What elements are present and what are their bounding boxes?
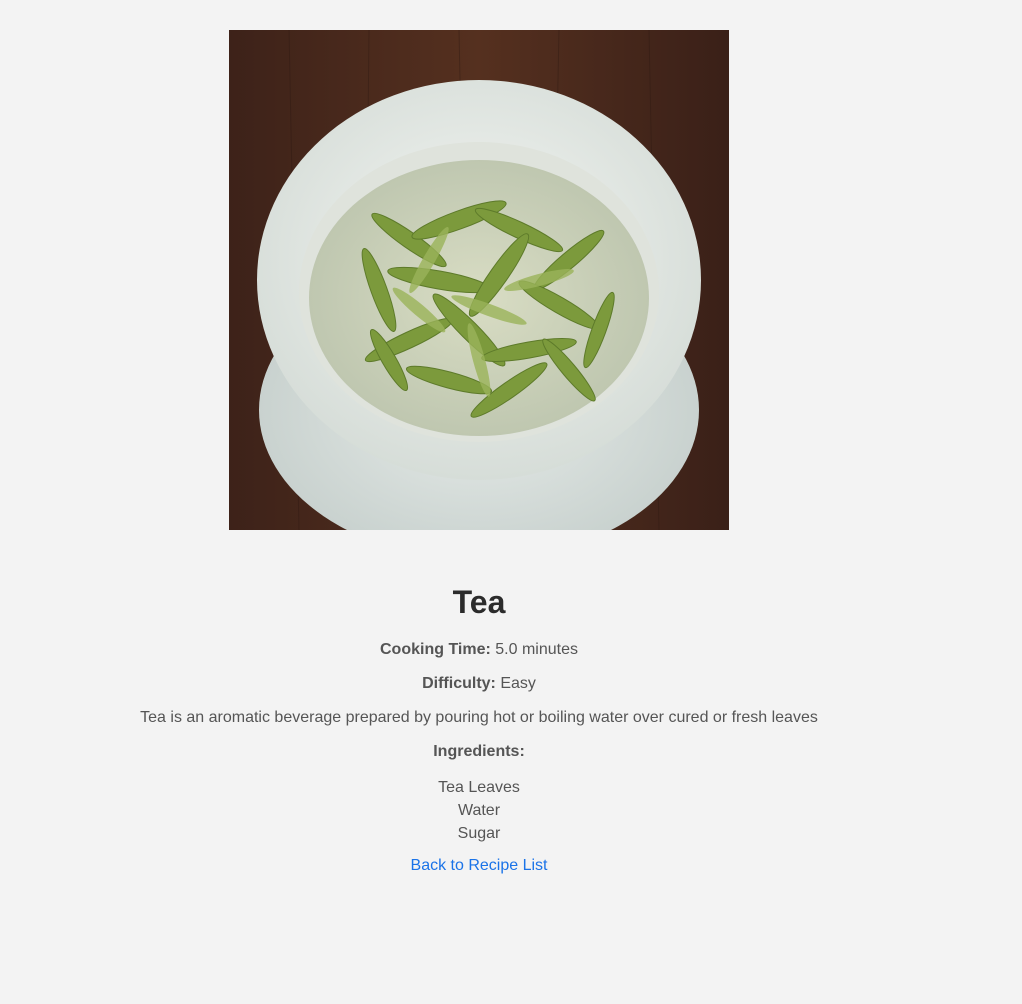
cooking-time: Cooking Time: 5.0 minutes bbox=[0, 640, 958, 660]
ingredients-label: Ingredients: bbox=[433, 743, 525, 760]
recipe-description: Tea is an aromatic beverage prepared by … bbox=[140, 709, 818, 726]
ingredient-item: Water bbox=[457, 802, 501, 819]
ingredient-item: Sugar bbox=[457, 825, 501, 842]
ingredient-item: Tea Leaves bbox=[438, 779, 520, 796]
cooking-time-label: Cooking Time: bbox=[380, 641, 491, 658]
ingredients-list: Tea Leaves Water Sugar bbox=[0, 776, 958, 845]
difficulty: Difficulty: Easy bbox=[0, 674, 958, 694]
tea-bowl-image bbox=[229, 30, 729, 530]
cooking-time-value: 5.0 minutes bbox=[495, 641, 578, 658]
difficulty-label: Difficulty: bbox=[422, 675, 496, 692]
recipe-photo bbox=[229, 30, 729, 530]
back-link-row: Back to Recipe List bbox=[0, 856, 958, 876]
recipe-title: Tea bbox=[452, 584, 506, 620]
back-to-recipe-list-link[interactable]: Back to Recipe List bbox=[411, 857, 548, 874]
ingredients-heading: Ingredients: bbox=[0, 742, 958, 762]
difficulty-value: Easy bbox=[500, 675, 536, 692]
